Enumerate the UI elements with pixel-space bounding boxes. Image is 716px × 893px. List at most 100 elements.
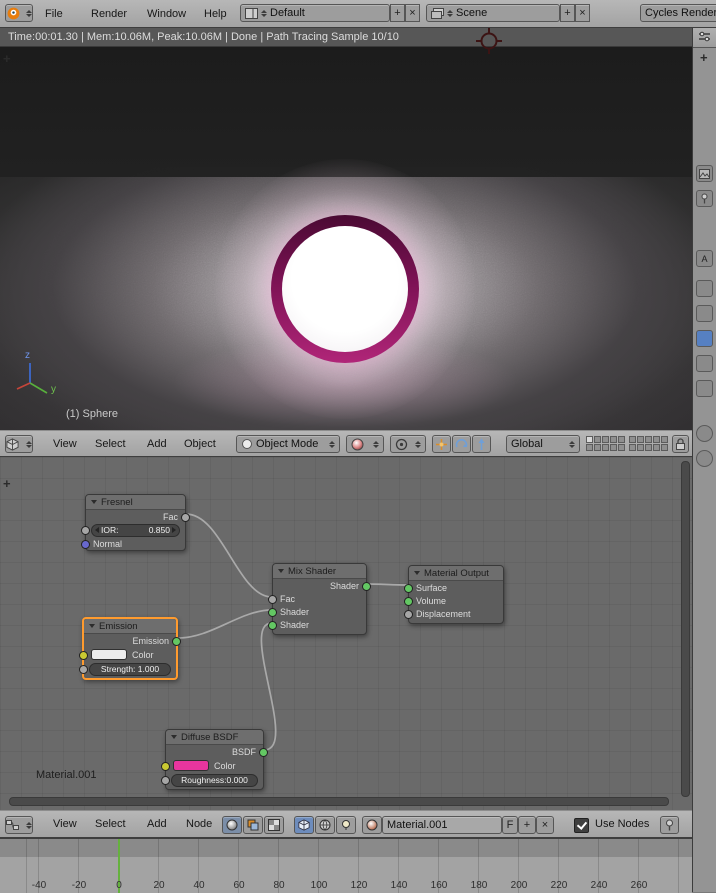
viewport-menu-add[interactable]: Add <box>142 431 172 456</box>
transform-orientation-selector[interactable]: Global <box>506 435 580 453</box>
input-socket[interactable] <box>268 608 277 617</box>
layer-toggle[interactable] <box>618 436 625 443</box>
unlink-material-button[interactable]: × <box>536 816 554 834</box>
compositing-tree-button[interactable] <box>243 816 263 834</box>
collapse-icon[interactable] <box>414 571 420 575</box>
chevron-right-icon[interactable] <box>172 527 176 533</box>
material-browse-button[interactable] <box>362 816 382 834</box>
layer-toggle[interactable] <box>653 444 660 451</box>
pivot-point-selector[interactable] <box>390 435 426 453</box>
output-socket[interactable] <box>259 748 268 757</box>
manipulator-axis-button[interactable] <box>432 435 451 453</box>
viewport-menu-view[interactable]: View <box>48 431 82 456</box>
panel-text-button[interactable]: A <box>696 250 713 267</box>
sphere-object[interactable] <box>271 215 419 363</box>
menu-window[interactable]: Window <box>142 0 191 27</box>
ior-slider[interactable]: IOR: 0.850 <box>91 524 180 537</box>
layer-toggle[interactable] <box>629 436 636 443</box>
menu-file[interactable]: File <box>40 0 68 27</box>
layer-toggle[interactable] <box>602 436 609 443</box>
manipulator-rotate-button[interactable] <box>452 435 471 453</box>
layer-toggle[interactable] <box>610 436 617 443</box>
texture-tree-button[interactable] <box>264 816 284 834</box>
menu-help[interactable]: Help <box>199 0 232 27</box>
layer-toggle[interactable] <box>661 444 668 451</box>
node-menu-node[interactable]: Node <box>181 811 217 837</box>
scene-selector[interactable]: Scene <box>426 4 560 22</box>
layer-toggle[interactable] <box>645 444 652 451</box>
editor-type-button[interactable] <box>5 816 33 834</box>
node-fresnel[interactable]: Fresnel Fac IOR: 0.850 Normal <box>85 494 186 551</box>
viewport-menu-object[interactable]: Object <box>179 431 221 456</box>
input-socket[interactable] <box>268 621 277 630</box>
shader-tree-button[interactable] <box>222 816 242 834</box>
collapse-icon[interactable] <box>171 735 177 739</box>
node-material-output[interactable]: Material Output Surface Volume Displacem… <box>408 565 504 624</box>
mode-selector[interactable]: Object Mode <box>236 435 340 453</box>
layer-toggle[interactable] <box>645 436 652 443</box>
roughness-slider[interactable]: Roughness:0.000 <box>171 774 258 787</box>
color-swatch[interactable] <box>91 649 127 660</box>
output-socket[interactable] <box>362 582 371 591</box>
node-menu-add[interactable]: Add <box>142 811 172 837</box>
node-menu-select[interactable]: Select <box>90 811 131 837</box>
layer-toggle[interactable] <box>594 444 601 451</box>
node-editor[interactable]: + Fresnel Fac IOR: 0.850 Normal Mix Shad… <box>0 457 692 810</box>
timeline[interactable]: -40 -20 0 20 40 60 80 100 120 140 160 18… <box>0 838 692 893</box>
area-expand-icon[interactable]: + <box>3 479 11 489</box>
viewport-shading-selector[interactable] <box>346 435 384 453</box>
layer-toggle[interactable] <box>637 444 644 451</box>
editor-type-button[interactable] <box>5 435 33 453</box>
input-socket[interactable] <box>268 595 277 604</box>
collapse-icon[interactable] <box>278 569 284 573</box>
layer-toggle[interactable] <box>618 444 625 451</box>
input-socket[interactable] <box>79 651 88 660</box>
input-socket[interactable] <box>404 610 413 619</box>
layer-toggle[interactable] <box>637 436 644 443</box>
area-expand-icon[interactable]: + <box>3 54 11 64</box>
node-header[interactable]: Mix Shader <box>273 564 366 579</box>
properties-panel-strip[interactable]: + A <box>692 28 716 892</box>
node-diffuse-bsdf[interactable]: Diffuse BSDF BSDF Color Roughness:0.000 <box>165 729 264 790</box>
input-socket[interactable] <box>161 776 170 785</box>
collapse-icon[interactable] <box>91 500 97 504</box>
panel-icon-button[interactable] <box>696 280 713 297</box>
screen-layout-selector[interactable]: Default <box>240 4 390 22</box>
add-material-button[interactable]: + <box>518 816 536 834</box>
panel-icon-button[interactable] <box>696 450 713 467</box>
layer-toggle[interactable] <box>602 444 609 451</box>
3d-viewport[interactable]: + z y (1) Sphere <box>0 47 692 430</box>
node-menu-view[interactable]: View <box>48 811 82 837</box>
lock-to-scene-button[interactable] <box>672 435 689 453</box>
close-scene-button[interactable]: × <box>575 4 590 22</box>
fake-user-button[interactable]: F <box>502 816 518 834</box>
input-socket[interactable] <box>79 665 88 674</box>
node-emission[interactable]: Emission Emission Color Strength: 1.000 <box>82 617 178 680</box>
layer-toggle[interactable] <box>610 444 617 451</box>
panel-icon-button[interactable] <box>696 190 713 207</box>
object-shader-button[interactable] <box>294 816 314 834</box>
input-socket[interactable] <box>404 597 413 606</box>
add-layout-button[interactable]: + <box>390 4 405 22</box>
layer-toggle[interactable] <box>586 444 593 451</box>
layer-toggle[interactable] <box>594 436 601 443</box>
node-mix-shader[interactable]: Mix Shader Shader Fac Shader Shader <box>272 563 367 635</box>
strength-slider[interactable]: Strength: 1.000 <box>89 663 171 676</box>
panel-icon-button[interactable] <box>696 165 713 182</box>
output-socket[interactable] <box>172 637 181 646</box>
panel-icon-button[interactable] <box>696 380 713 397</box>
panel-icon-button[interactable] <box>696 305 713 322</box>
lamp-shader-button[interactable] <box>336 816 356 834</box>
vertical-scrollbar[interactable] <box>681 461 690 797</box>
close-layout-button[interactable]: × <box>405 4 420 22</box>
collapse-icon[interactable] <box>89 624 95 628</box>
horizontal-scrollbar[interactable] <box>9 797 669 806</box>
panel-icon-button-active[interactable] <box>696 330 713 347</box>
node-header[interactable]: Emission <box>84 619 176 634</box>
layer-toggle[interactable] <box>586 436 593 443</box>
input-socket[interactable] <box>404 584 413 593</box>
viewport-menu-select[interactable]: Select <box>90 431 131 456</box>
add-scene-button[interactable]: + <box>560 4 575 22</box>
panel-icon-button[interactable] <box>696 425 713 442</box>
color-swatch[interactable] <box>173 760 209 771</box>
